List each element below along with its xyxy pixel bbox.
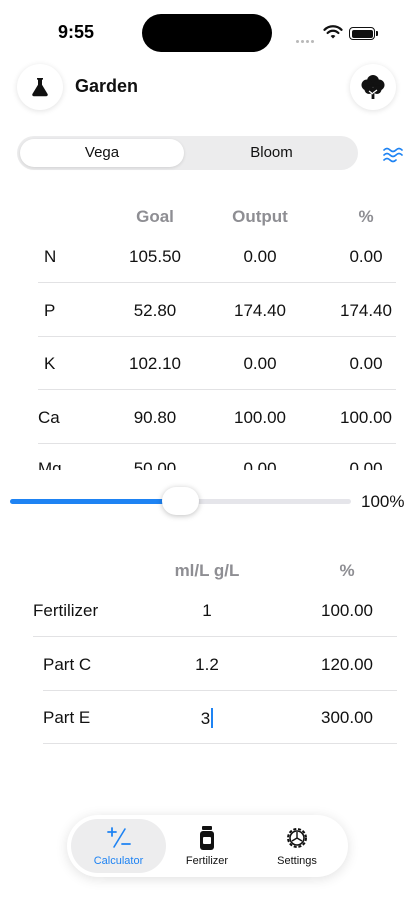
nutrient-output: 100.00 — [234, 408, 286, 427]
stage-segmented-control: Vega Bloom — [17, 136, 358, 170]
nutrient-output: 174.40 — [234, 301, 286, 320]
fertilizer-percent: 300.00 — [321, 708, 373, 727]
battery-icon — [349, 27, 378, 40]
column-header-percent: % — [358, 207, 374, 226]
nutrient-name: Mg — [38, 459, 62, 470]
nutrient-name: Ca — [38, 408, 60, 427]
row-separator — [43, 690, 397, 691]
text-cursor — [211, 708, 214, 728]
segment-vega[interactable]: Vega — [20, 139, 184, 167]
nutrient-goal: 52.80 — [133, 301, 177, 320]
nutrient-name: K — [44, 354, 56, 373]
segment-bloom[interactable]: Bloom — [188, 139, 355, 167]
nutrient-percent: 0.00 — [349, 459, 383, 470]
tab-calculator[interactable]: Calculator — [71, 815, 166, 877]
tab-label: Settings — [277, 855, 317, 867]
nutrient-percent: 0.00 — [349, 247, 383, 266]
nutrient-percent: 174.40 — [340, 301, 392, 320]
row-separator — [38, 389, 396, 390]
row-separator — [38, 443, 396, 444]
column-header-amount: ml/L g/L — [174, 561, 240, 580]
nutrient-goal: 102.10 — [129, 354, 181, 373]
nutrient-output: 0.00 — [243, 459, 277, 470]
nutrient-name: P — [44, 301, 56, 320]
nutrient-goal: 90.80 — [133, 408, 177, 427]
nutrient-output: 0.00 — [243, 247, 277, 266]
bottle-icon — [200, 826, 214, 850]
nutrient-output: 0.00 — [243, 354, 277, 373]
nutrient-percent: 100.00 — [340, 408, 392, 427]
column-header-goal: Goal — [136, 207, 174, 226]
tree-icon — [361, 75, 385, 99]
row-separator — [33, 636, 397, 637]
fertilizer-name: Part E — [43, 708, 91, 727]
tree-button[interactable] — [350, 64, 396, 110]
tab-label: Fertilizer — [185, 855, 229, 867]
nutrient-goal: 50.00 — [133, 459, 177, 470]
strength-slider-fill — [10, 499, 181, 504]
strength-slider-thumb[interactable] — [162, 487, 199, 515]
status-time: 9:55 — [58, 22, 95, 42]
water-waves-icon[interactable] — [382, 144, 404, 164]
flask-icon — [32, 78, 48, 97]
fertilizer-name: Part C — [43, 655, 92, 674]
wifi-icon — [323, 25, 343, 39]
cellular-signal-icon — [296, 30, 318, 43]
row-separator — [38, 282, 396, 283]
tab-label: Calculator — [93, 855, 144, 867]
gear-icon — [287, 828, 307, 848]
plus-minus-icon — [106, 827, 131, 848]
row-separator — [43, 743, 397, 744]
flask-button[interactable] — [17, 64, 63, 110]
fertilizer-amount-input[interactable]: 1.2 — [167, 655, 247, 675]
fertilizer-amount-input[interactable]: 1 — [167, 601, 247, 621]
page-title: Garden — [75, 76, 139, 96]
nutrient-name: N — [44, 247, 57, 266]
row-separator — [38, 336, 396, 337]
tab-bar: Calculator Fertilizer Settings — [67, 815, 348, 877]
nutrient-goal: 105.50 — [129, 247, 181, 266]
nutrient-rows-scroll[interactable]: N 105.50 0.00 0.00 P 52.80 174.40 174.40… — [0, 230, 414, 470]
tab-settings[interactable]: Settings — [252, 815, 342, 877]
fertilizer-percent: 100.00 — [321, 601, 373, 620]
nutrient-percent: 0.00 — [349, 354, 383, 373]
column-header-output: Output — [232, 207, 288, 226]
tab-fertilizer[interactable]: Fertilizer — [162, 815, 252, 877]
column-header-percent: % — [339, 561, 355, 580]
dynamic-island — [142, 14, 272, 52]
fertilizer-name: Fertilizer — [33, 601, 99, 620]
strength-value: 100% — [361, 492, 405, 511]
status-bar: 9:55 — [0, 0, 414, 60]
fertilizer-amount-input-active[interactable]: 3 — [167, 708, 247, 729]
fertilizer-percent: 120.00 — [321, 655, 373, 674]
fertilizer-amount-value: 3 — [200, 709, 211, 728]
